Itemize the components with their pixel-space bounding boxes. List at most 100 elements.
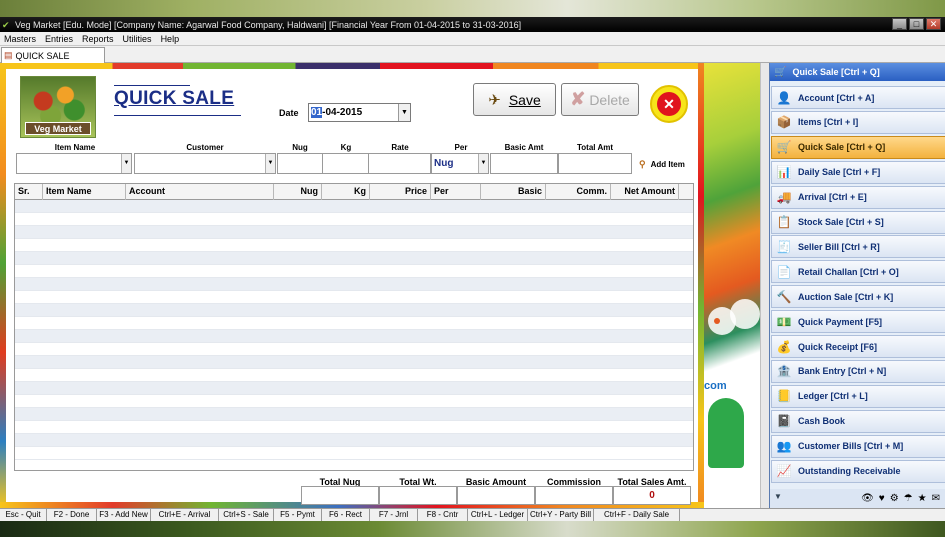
header-total-amt: Total Amt [577, 143, 613, 152]
delete-button[interactable]: ✘ Delete [561, 83, 639, 116]
col-item-name[interactable]: Item Name [43, 184, 126, 200]
table-row[interactable] [15, 356, 693, 369]
favorite-icon[interactable]: ♥ [879, 493, 885, 504]
col-nug[interactable]: Nug [274, 184, 322, 200]
umbrella-icon[interactable]: ☂ [904, 493, 913, 504]
table-row[interactable] [15, 447, 693, 460]
chevron-down-icon[interactable]: ▼ [478, 154, 488, 173]
col-per[interactable]: Per [431, 184, 481, 200]
menu-utilities[interactable]: Utilities [123, 34, 152, 44]
table-row[interactable] [15, 265, 693, 278]
quick-panel-header[interactable]: 🛒 Quick Sale [Ctrl + Q] [770, 63, 945, 81]
kg-input[interactable] [322, 153, 369, 174]
menu-entries[interactable]: Entries [45, 34, 73, 44]
table-row[interactable] [15, 395, 693, 408]
shortcut-hint: Ctrl+S - Sale [219, 509, 274, 521]
quick-panel-item-icon: 👥 [776, 439, 792, 454]
quick-panel-item[interactable]: 📈 Outstanding Receivable [771, 459, 945, 483]
header-basic-amt: Basic Amt [504, 143, 544, 152]
chevron-down-icon[interactable]: ▼ [121, 154, 131, 173]
table-row[interactable] [15, 239, 693, 252]
date-picker[interactable]: 01 -04-2015 ▼ [308, 103, 411, 122]
col-sr[interactable]: Sr. [15, 184, 43, 200]
delete-label: Delete [589, 91, 630, 108]
table-row[interactable] [15, 226, 693, 239]
col-net-amount[interactable]: Net Amount [611, 184, 679, 200]
table-row[interactable] [15, 213, 693, 226]
tab-quick-sale[interactable]: ▤ QUICK SALE [1, 47, 105, 63]
quick-panel-item[interactable]: 📦 Items [Ctrl + I] [771, 110, 945, 134]
quick-panel-item[interactable]: 💵 Quick Payment [F5] [771, 310, 945, 334]
table-row[interactable] [15, 434, 693, 447]
quick-panel-item-label: Arrival [Ctrl + E] [798, 192, 867, 203]
table-row[interactable] [15, 369, 693, 382]
menu-reports[interactable]: Reports [82, 34, 114, 44]
table-row[interactable] [15, 408, 693, 421]
quick-panel-item[interactable]: 📋 Stock Sale [Ctrl + S] [771, 210, 945, 234]
table-row[interactable] [15, 330, 693, 343]
close-window-button[interactable]: ✕ [926, 18, 941, 30]
table-row[interactable] [15, 317, 693, 330]
minimize-button[interactable]: _ [892, 18, 907, 30]
quick-panel-item[interactable]: 🔨 Auction Sale [Ctrl + K] [771, 285, 945, 309]
add-item-button[interactable]: ⚲ Add Item [639, 159, 685, 170]
chevron-down-icon[interactable]: ▼ [398, 104, 410, 121]
table-row[interactable] [15, 252, 693, 265]
shortcut-hint: F7 - Jrnl [370, 509, 418, 521]
tab-bar: ▤ QUICK SALE [0, 46, 945, 63]
delete-x-icon: ✘ [570, 89, 586, 109]
close-form-button[interactable]: ✕ [650, 85, 688, 123]
col-price[interactable]: Price [370, 184, 431, 200]
total-wt-value [379, 486, 457, 505]
work-area-scrollbar[interactable] [760, 63, 769, 508]
basic-amt-input[interactable] [490, 153, 558, 174]
mail-icon[interactable]: ✉ [932, 493, 940, 504]
desktop-wallpaper-bottom [0, 521, 945, 537]
table-row[interactable] [15, 200, 693, 213]
save-button[interactable]: ✈ Save [473, 83, 556, 116]
quick-panel-item-label: Quick Sale [Ctrl + Q] [798, 142, 886, 153]
quick-panel-item[interactable]: 👤 Account [Ctrl + A] [771, 86, 945, 109]
menu-help[interactable]: Help [161, 34, 180, 44]
shortcut-hint: Ctrl+L - Ledger [468, 509, 528, 521]
sale-items-grid[interactable]: Sr. Item Name Account Nug Kg Price Per B… [14, 183, 694, 471]
quick-panel-item-label: Quick Payment [F5] [798, 316, 883, 327]
quick-panel-item[interactable]: 🧾 Seller Bill [Ctrl + R] [771, 235, 945, 259]
quick-panel-item[interactable]: 🚚 Arrival [Ctrl + E] [771, 185, 945, 209]
col-account[interactable]: Account [126, 184, 274, 200]
quick-panel-item[interactable]: 🛒 Quick Sale [Ctrl + Q] [771, 135, 945, 159]
per-select[interactable]: Nug ▼ [431, 153, 489, 174]
table-row[interactable] [15, 278, 693, 291]
quick-panel-item-icon: 📊 [776, 165, 792, 180]
quick-panel-item[interactable]: 📊 Daily Sale [Ctrl + F] [771, 160, 945, 184]
col-kg[interactable]: Kg [322, 184, 370, 200]
quick-panel-item-icon: 🔨 [776, 289, 792, 304]
table-row[interactable] [15, 382, 693, 395]
item-name-combo[interactable]: ▼ [16, 153, 132, 174]
settings-icon[interactable]: ⚙ [890, 493, 899, 504]
chevron-down-icon[interactable]: ▼ [774, 492, 782, 501]
nug-input[interactable] [277, 153, 323, 174]
star-icon[interactable]: ★ [918, 493, 927, 504]
col-comm[interactable]: Comm. [546, 184, 611, 200]
view-icon[interactable]: 👁 [861, 493, 874, 504]
customer-combo[interactable]: ▼ [134, 153, 276, 174]
table-row[interactable] [15, 343, 693, 356]
table-row[interactable] [15, 291, 693, 304]
chevron-down-icon[interactable]: ▼ [265, 154, 275, 173]
quick-panel-item[interactable]: 🏦 Bank Entry [Ctrl + N] [771, 359, 945, 383]
quick-panel-item-label: Customer Bills [Ctrl + M] [798, 441, 904, 452]
table-row[interactable] [15, 421, 693, 434]
menu-masters[interactable]: Masters [4, 34, 36, 44]
quick-panel-item[interactable]: 📓 Cash Book [771, 409, 945, 433]
quick-panel-item[interactable]: 📒 Ledger [Ctrl + L] [771, 384, 945, 408]
total-amt-input[interactable] [558, 153, 632, 174]
col-basic[interactable]: Basic [481, 184, 546, 200]
maximize-button[interactable]: □ [909, 18, 924, 30]
rate-input[interactable] [368, 153, 431, 174]
quick-panel-item[interactable]: 👥 Customer Bills [Ctrl + M] [771, 434, 945, 458]
quick-panel-item-icon: 📓 [776, 414, 792, 429]
quick-panel-item[interactable]: 💰 Quick Receipt [F6] [771, 335, 945, 358]
table-row[interactable] [15, 304, 693, 317]
quick-panel-item[interactable]: 📄 Retail Challan [Ctrl + O] [771, 260, 945, 284]
